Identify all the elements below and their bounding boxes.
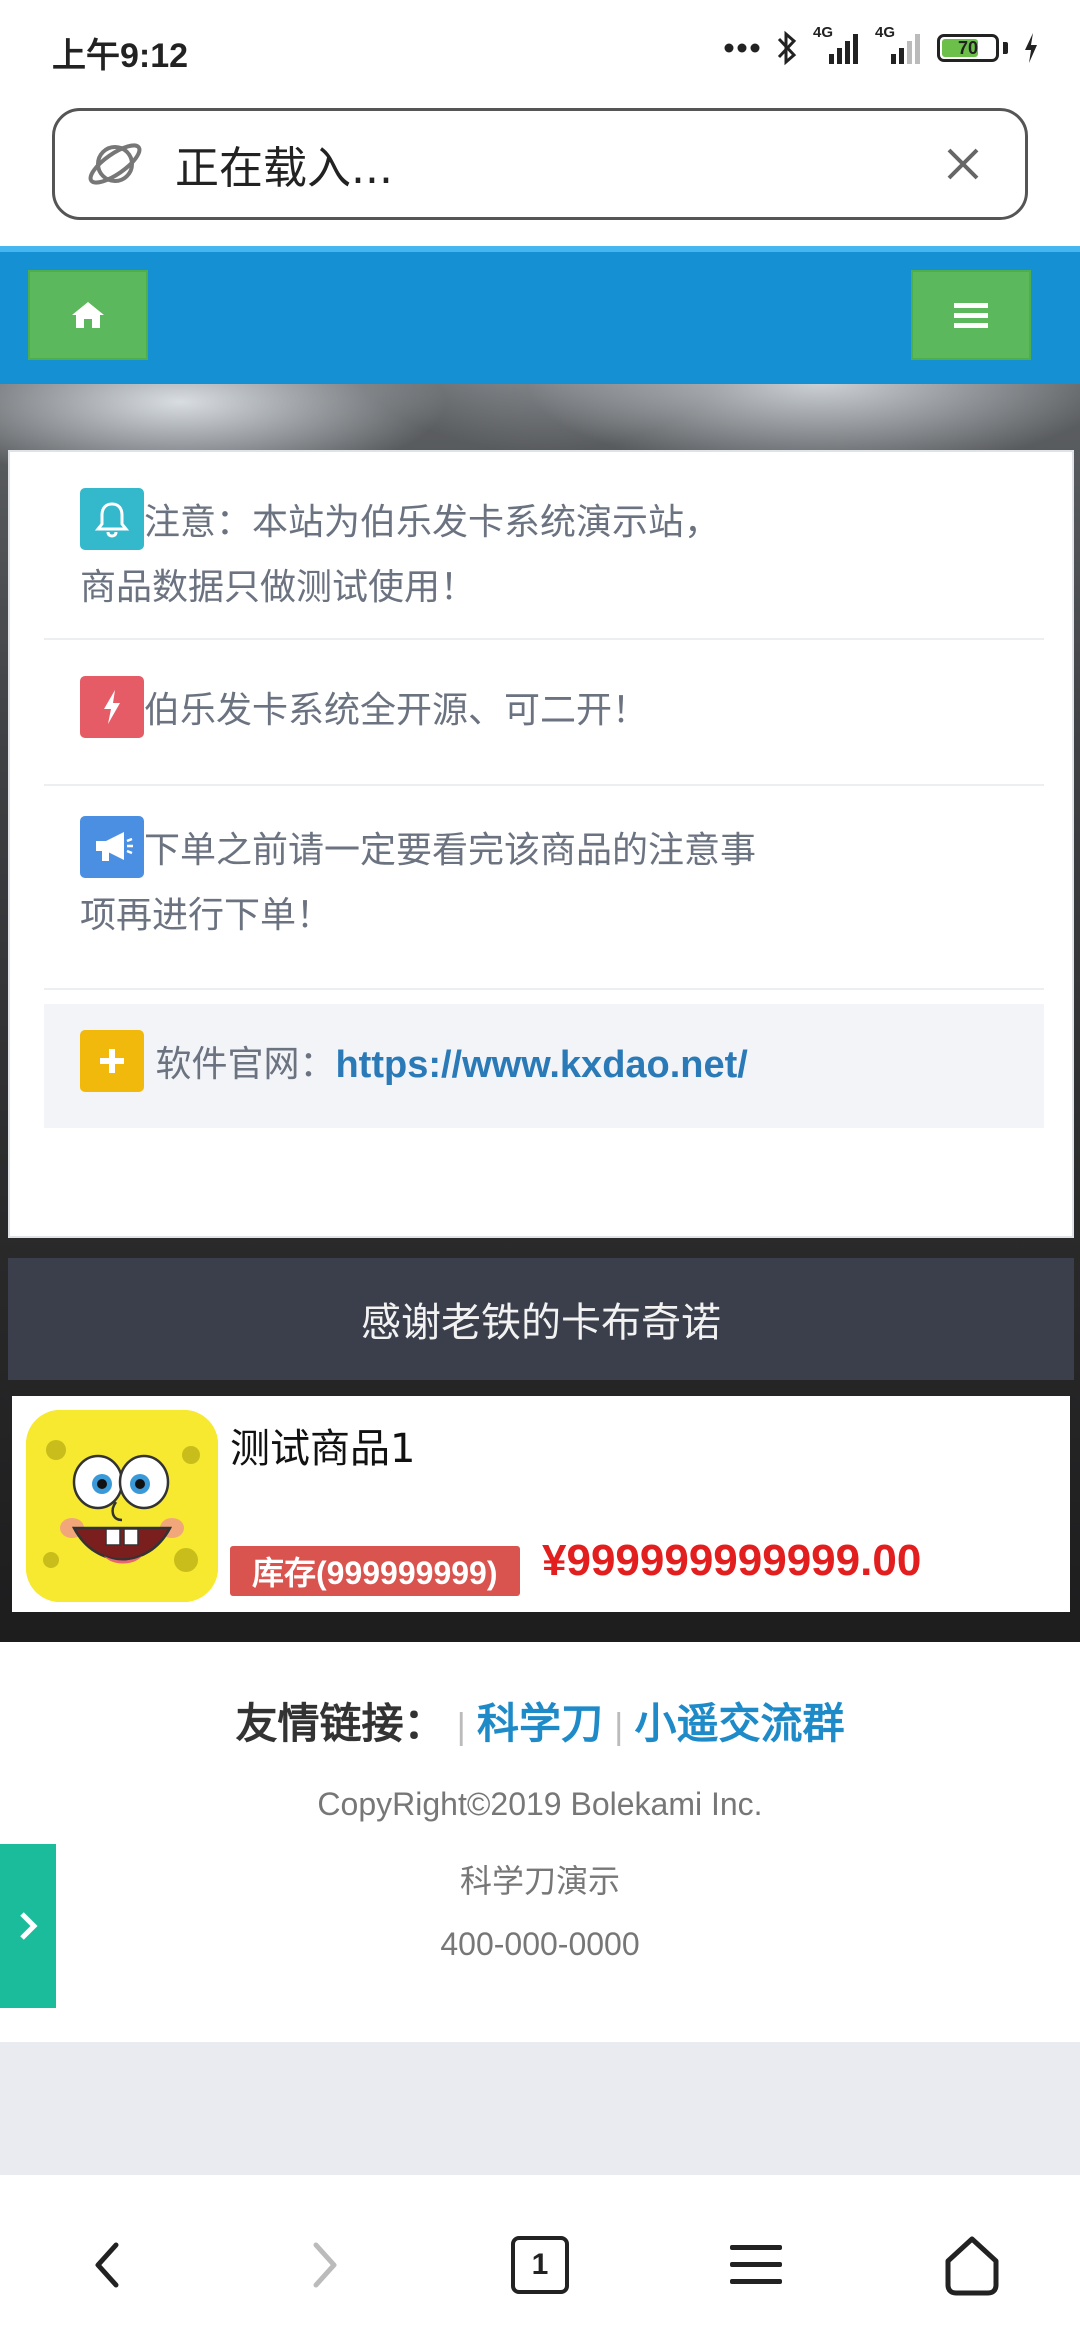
plus-icon xyxy=(80,1030,144,1092)
more-dots-icon xyxy=(724,43,760,53)
close-icon xyxy=(947,148,979,180)
web-page: 注意：本站为伯乐发卡系统演示站， 商品数据只做测试使用！ 伯乐发卡系统全开源、可… xyxy=(0,252,1080,2175)
address-text[interactable]: 正在载入... xyxy=(175,132,935,196)
browser-home-button[interactable] xyxy=(932,2225,1012,2305)
notice-item-website: 软件官网：https://www.kxdao.net/ xyxy=(44,1004,1044,1128)
bolt-icon xyxy=(80,676,144,738)
stop-loading-button[interactable] xyxy=(935,136,991,192)
menu-icon xyxy=(730,2245,782,2284)
forward-button[interactable] xyxy=(284,2225,364,2305)
status-icons: 4G 4G 70 xyxy=(723,24,1040,70)
notice-text: 注意：本站为伯乐发卡系统演示站， xyxy=(144,502,721,543)
category-title: 感谢老铁的卡布奇诺 xyxy=(8,1258,1074,1380)
forward-arrow-icon xyxy=(313,2242,337,2288)
copyright-text: CopyRight©2019 Bolekami Inc. xyxy=(317,1786,763,1822)
friend-link-kexuedao[interactable]: 科学刀 xyxy=(477,1699,603,1748)
product-name[interactable]: 测试商品1 xyxy=(230,1416,415,1474)
status-time: 上午9:12 xyxy=(52,37,189,75)
product-image[interactable] xyxy=(26,1410,218,1602)
notice-text: 伯乐发卡系统全开源、可二开！ xyxy=(144,690,649,731)
friend-links: 友情链接： | 科学刀 | 小遥交流群 xyxy=(0,1690,1080,1751)
charging-icon xyxy=(1025,33,1037,63)
stock-badge: 库存(999999999) xyxy=(230,1546,520,1596)
footer: 友情链接： | 科学刀 | 小遥交流群 CopyRight©2019 Bolekami … xyxy=(0,1642,1080,2042)
link-separator: | xyxy=(613,1707,625,1747)
bluetooth-icon xyxy=(777,30,797,66)
signal-2-icon: 4G xyxy=(875,24,923,68)
home-button[interactable] xyxy=(28,270,148,360)
browser-address-area: 正在载入... xyxy=(0,96,1080,248)
browser-menu-button[interactable] xyxy=(716,2225,796,2305)
site-name-text: 科学刀演示 xyxy=(459,1862,620,1900)
website-link[interactable]: https://www.kxdao.net/ xyxy=(335,1044,747,1086)
notice-text-line2: 商品数据只做测试使用！ xyxy=(80,567,477,608)
side-expand-tab[interactable] xyxy=(0,1844,56,2008)
notice-text: 下单之前请一定要看完该商品的注意事 xyxy=(144,830,757,871)
notice-text-line2: 项再进行下单！ xyxy=(80,895,333,936)
product-card[interactable]: 测试商品1 库存(999999999) ¥999999999999.00 xyxy=(12,1396,1070,1612)
megaphone-icon xyxy=(80,816,144,878)
planet-icon xyxy=(88,143,142,185)
address-bar[interactable]: 正在载入... xyxy=(52,108,1028,220)
tab-count-icon: 1 xyxy=(511,2236,569,2294)
tabs-button[interactable]: 1 xyxy=(500,2225,580,2305)
back-button[interactable] xyxy=(68,2225,148,2305)
friend-link-xiaoyao-group[interactable]: 小遥交流群 xyxy=(634,1699,844,1748)
back-arrow-icon xyxy=(95,2242,119,2288)
notice-item: 下单之前请一定要看完该商品的注意事 项再进行下单！ xyxy=(44,788,1044,990)
spongebob-icon xyxy=(26,1410,218,1602)
bell-icon xyxy=(80,488,144,550)
battery-icon: 70 xyxy=(937,34,999,62)
notice-panel: 注意：本站为伯乐发卡系统演示站， 商品数据只做测试使用！ 伯乐发卡系统全开源、可… xyxy=(8,450,1074,1238)
menu-toggle-button[interactable] xyxy=(911,270,1031,360)
browser-bottom-bar: 1 xyxy=(0,2175,1080,2340)
status-bar: 上午9:12 4G 4G 70 xyxy=(0,0,1080,96)
product-price: ¥999999999999.00 xyxy=(542,1536,922,1585)
friend-links-label: 友情链接： xyxy=(235,1699,446,1748)
hamburger-icon xyxy=(954,303,988,328)
top-navbar xyxy=(0,252,1080,384)
chevron-right-icon xyxy=(20,1912,38,1940)
phone-text: 400-000-0000 xyxy=(440,1926,640,1962)
notice-item: 伯乐发卡系统全开源、可二开！ xyxy=(44,642,1044,786)
home-outline-icon xyxy=(945,2236,999,2296)
signal-1-icon: 4G xyxy=(813,24,861,68)
website-label: 软件官网： xyxy=(155,1044,336,1085)
notice-item: 注意：本站为伯乐发卡系统演示站， 商品数据只做测试使用！ xyxy=(44,488,1044,640)
link-separator: | xyxy=(455,1707,467,1747)
home-icon xyxy=(72,302,104,328)
